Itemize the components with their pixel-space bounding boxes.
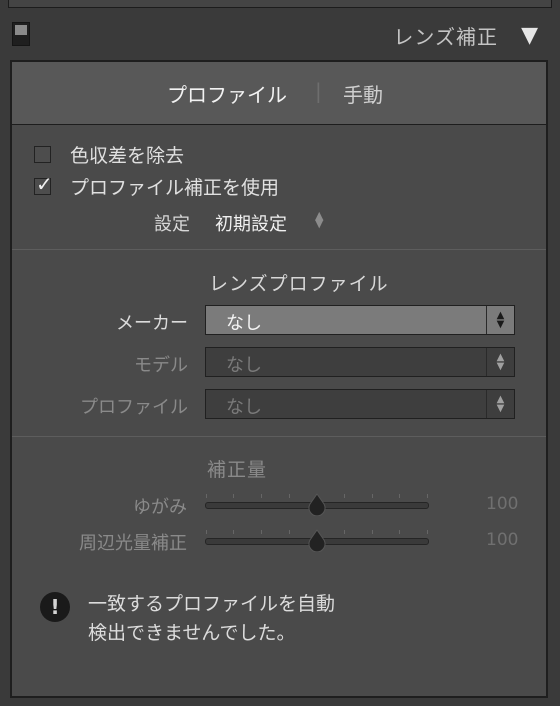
amount-title: 補正量 bbox=[207, 459, 268, 481]
warning-icon: ! bbox=[40, 592, 70, 622]
model-label: モデル bbox=[134, 355, 188, 376]
panel-header[interactable]: レンズ補正 ▼ bbox=[0, 12, 560, 60]
slider-tick bbox=[289, 494, 290, 498]
profile-correction-checkbox[interactable]: ✓ bbox=[34, 172, 53, 196]
checkmark-icon: ✓ bbox=[36, 172, 53, 196]
slider-tick bbox=[399, 494, 400, 498]
profile-select-value: なし bbox=[226, 397, 262, 418]
profile-select[interactable]: なし ▲ ▼ bbox=[205, 389, 515, 419]
slider-tick bbox=[344, 494, 345, 498]
make-select-arrows-icon: ▲ ▼ bbox=[486, 306, 514, 334]
slider-tick bbox=[372, 494, 373, 498]
profile-select-arrows-icon: ▲ ▼ bbox=[486, 390, 514, 418]
slider-tick bbox=[206, 494, 207, 498]
make-select[interactable]: なし ▲ ▼ bbox=[205, 305, 515, 335]
slider-tick bbox=[372, 530, 373, 534]
setup-stepper-icon[interactable]: ▲ ▼ bbox=[315, 210, 323, 229]
model-select[interactable]: なし ▲ ▼ bbox=[205, 347, 515, 377]
distortion-slider-thumb[interactable] bbox=[306, 492, 328, 516]
section-divider bbox=[12, 436, 546, 437]
distortion-value[interactable]: 100 bbox=[486, 494, 518, 514]
slider-tick bbox=[206, 530, 207, 534]
slider-tick bbox=[261, 530, 262, 534]
warning-message-line-1: 一致するプロファイルを自動 bbox=[88, 593, 336, 615]
slider-tick bbox=[233, 494, 234, 498]
vignetting-label: 周辺光量補正 bbox=[79, 533, 187, 554]
model-select-value: なし bbox=[226, 355, 262, 376]
chromatic-aberration-checkbox[interactable] bbox=[34, 146, 51, 163]
model-select-arrows-icon: ▲ ▼ bbox=[486, 348, 514, 376]
slider-tick bbox=[261, 494, 262, 498]
vignetting-slider[interactable] bbox=[205, 529, 429, 552]
warning-message-line-2: 検出できませんでした。 bbox=[88, 622, 296, 644]
setup-label: 設定 bbox=[154, 214, 190, 235]
slider-tick bbox=[233, 530, 234, 534]
make-label: メーカー bbox=[116, 313, 188, 334]
slider-tick bbox=[289, 530, 290, 534]
slider-tick bbox=[427, 530, 428, 534]
panel-title[interactable]: レンズ補正 bbox=[393, 21, 498, 50]
tab-profile[interactable]: プロファイル bbox=[167, 79, 287, 108]
distortion-label: ゆがみ bbox=[133, 497, 187, 518]
section-divider bbox=[12, 249, 546, 250]
tab-bar: プロファイル | 手動 bbox=[12, 62, 546, 125]
slider-tick bbox=[399, 530, 400, 534]
lens-profile-title: レンズプロファイル bbox=[209, 273, 389, 295]
collapse-triangle-icon[interactable]: ▼ bbox=[521, 23, 538, 48]
panel-toggle-switch[interactable] bbox=[12, 22, 30, 46]
setup-dropdown[interactable]: 初期設定 bbox=[215, 210, 287, 236]
distortion-slider[interactable] bbox=[205, 493, 429, 516]
lens-correction-panel: プロファイル | 手動 色収差を除去 ✓ プロファイル補正を使用 設定 初期設定… bbox=[10, 60, 548, 698]
make-select-value: なし bbox=[226, 313, 262, 334]
upper-panel-edge bbox=[8, 0, 552, 8]
slider-tick bbox=[427, 494, 428, 498]
chromatic-aberration-label: 色収差を除去 bbox=[70, 145, 185, 167]
profile-correction-label: プロファイル補正を使用 bbox=[70, 177, 280, 199]
tab-separator: | bbox=[315, 79, 322, 103]
toggle-knob bbox=[15, 25, 27, 35]
tab-manual[interactable]: 手動 bbox=[343, 79, 383, 108]
vignetting-slider-thumb[interactable] bbox=[306, 528, 328, 552]
vignetting-value[interactable]: 100 bbox=[486, 530, 518, 550]
profile-label: プロファイル bbox=[80, 397, 188, 418]
slider-tick bbox=[344, 530, 345, 534]
